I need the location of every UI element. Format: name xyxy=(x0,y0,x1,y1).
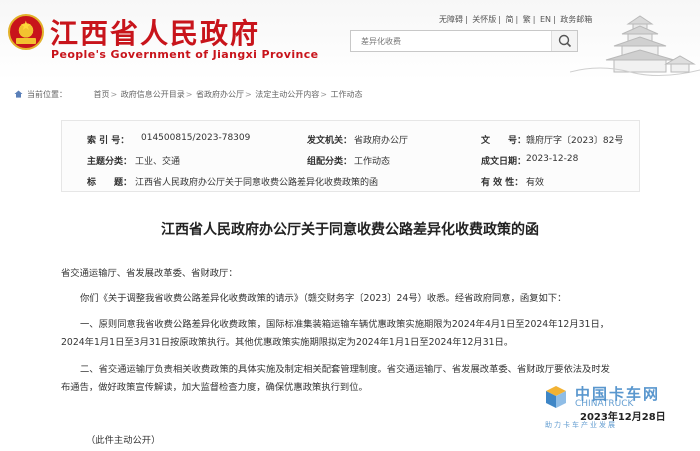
search-input[interactable] xyxy=(351,31,551,51)
category-value: 工作动态 xyxy=(354,157,391,167)
site-title[interactable]: 江西省人民政府 xyxy=(50,12,260,52)
pavilion-illustration xyxy=(570,15,700,77)
index-value: 014500815/2023-78309 xyxy=(141,133,251,143)
title-value: 江西省人民政府办公厅关于同意收费公路差异化收费政策的函 xyxy=(135,178,379,188)
docno-label: 文 号： xyxy=(481,136,527,146)
star-icon: ★ xyxy=(20,19,32,34)
breadcrumb-work-news[interactable]: 工作动态 xyxy=(331,90,363,99)
paragraph-1: 你们《关于调整我省收费公路差异化收费政策的请示》（赣交财务字〔2023〕24号）… xyxy=(80,293,567,304)
title-label: 标 题： xyxy=(87,178,133,188)
paragraph-2-line-2: 2024年1月1日至3月31日按原政策执行。其他优惠政策实施期限拟定为2024年… xyxy=(61,337,514,348)
breadcrumb-home[interactable]: 首页 xyxy=(94,90,110,99)
english-link[interactable]: EN xyxy=(540,15,551,24)
search-box xyxy=(350,30,578,52)
traditional-chinese-link[interactable]: 繁 xyxy=(523,15,531,24)
simplified-chinese-link[interactable]: 简 xyxy=(506,15,514,24)
category-label: 组配分类： xyxy=(307,157,353,167)
breadcrumb-label: 当前位置： xyxy=(27,90,67,99)
paragraph-3-line-2: 布通告，做好政策宣传解读，加大监督检查力度，确保优惠政策执行到位。 xyxy=(61,382,368,393)
elderly-mode-link[interactable]: 关怀版 xyxy=(472,15,496,24)
breadcrumb-info-catalog[interactable]: 政府信息公开目录 xyxy=(121,90,185,99)
watermark-slogan: 助力卡车产业发展 xyxy=(545,421,617,429)
docno-value: 赣府厅字〔2023〕82号 xyxy=(526,136,624,146)
addressee: 省交通运输厅、省发展改革委、省财政厅： xyxy=(61,268,238,279)
validity-value: 有效 xyxy=(526,178,545,188)
cube-logo-icon xyxy=(546,386,566,408)
paragraph-3-line-1: 二、省交通运输厅负责相关收费政策的具体实施及制定相关配套管理制度。省交通运输厅、… xyxy=(80,364,610,375)
topic-value: 工业、交通 xyxy=(135,157,181,167)
accessibility-link[interactable]: 无障碍 xyxy=(439,15,463,24)
paragraph-2-line-1: 一、原则同意我省收费公路差异化收费政策，国际标准集装箱运输车辆优惠政策实施期限为… xyxy=(80,319,610,330)
topic-label: 主题分类： xyxy=(87,157,133,167)
watermark: 中国卡车网 CHINATRUCK 2023年12月28日 助力卡车产业发展 xyxy=(541,381,686,431)
index-label: 索 引 号： xyxy=(87,136,130,146)
date-value: 2023-12-28 xyxy=(526,154,579,164)
document-title: 江西省人民政府办公厅关于同意收费公路差异化收费政策的函 xyxy=(161,222,539,238)
national-emblem-icon: ★ xyxy=(8,14,44,50)
breadcrumb-general-office[interactable]: 省政府办公厅 xyxy=(196,90,244,99)
date-label: 成文日期： xyxy=(481,157,527,167)
document-metadata: 索 引 号： 014500815/2023-78309 发文机关： 省政府办公厅… xyxy=(61,120,640,192)
site-title-english: People's Government of Jiangxi Province xyxy=(51,48,319,61)
location-icon xyxy=(14,90,23,98)
public-release-note: （此件主动公开） xyxy=(86,435,161,446)
issuer-value: 省政府办公厅 xyxy=(354,136,409,146)
breadcrumb: 当前位置： 首页> 政府信息公开目录> 省政府办公厅> 法定主动公开内容> 工作… xyxy=(14,89,363,100)
issuer-label: 发文机关： xyxy=(307,136,353,146)
breadcrumb-statutory-content[interactable]: 法定主动公开内容 xyxy=(255,90,319,99)
site-header: ★ 江西省人民政府 People's Government of Jiangxi… xyxy=(0,0,700,80)
validity-label: 有 效 性： xyxy=(481,178,524,188)
